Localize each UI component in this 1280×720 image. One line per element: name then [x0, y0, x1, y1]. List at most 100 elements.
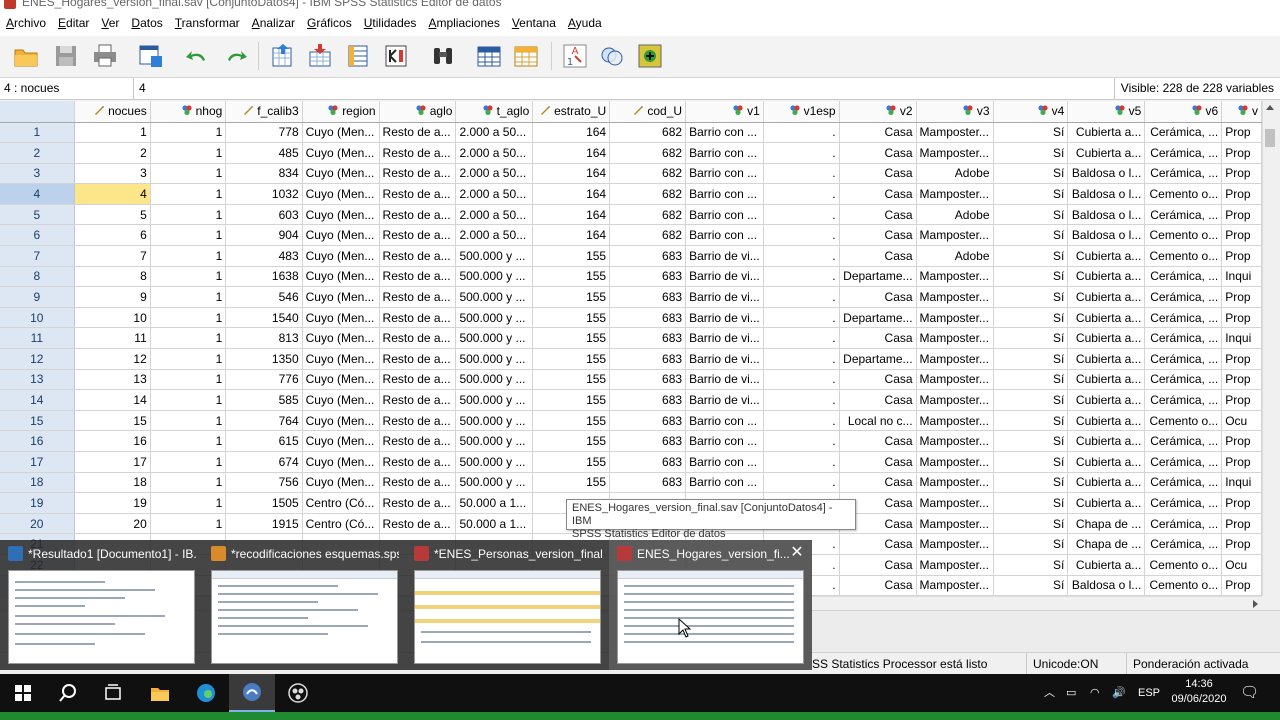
data-cell[interactable]: Sí — [993, 142, 1069, 164]
vertical-scrollbar[interactable] — [1262, 101, 1276, 596]
column-header-aglo[interactable]: aglo — [379, 101, 457, 123]
data-cell[interactable]: Cuyo (Men... — [302, 122, 380, 144]
data-cell[interactable]: Barrio de vi... — [685, 369, 764, 391]
row-number[interactable]: 12 — [0, 348, 75, 370]
data-cell[interactable]: Cerámica, ... — [1144, 472, 1223, 494]
data-cell[interactable]: Mamposter... — [916, 122, 994, 144]
data-cell[interactable]: Prop — [1221, 389, 1262, 411]
open-folder-icon[interactable] — [10, 40, 42, 72]
data-cell[interactable]: Casa — [839, 142, 917, 164]
data-cell[interactable]: Chapa de ... — [1067, 533, 1146, 555]
menu-analizar[interactable]: Analizar — [246, 10, 301, 36]
column-header-nhog[interactable]: nhog — [150, 101, 227, 123]
row-number[interactable]: 8 — [0, 266, 75, 288]
column-header-v1esp[interactable]: v1esp — [763, 101, 840, 123]
data-cell[interactable]: 8 — [74, 266, 151, 288]
data-cell[interactable]: 2.000 a 50... — [455, 122, 534, 144]
column-header-region[interactable]: region — [302, 101, 380, 123]
data-cell[interactable]: Cuyo (Men... — [302, 266, 380, 288]
data-cell[interactable]: Cubierta a... — [1067, 492, 1146, 514]
data-cell[interactable]: 904 — [225, 224, 303, 247]
data-cell[interactable]: Cubierta a... — [1067, 348, 1146, 370]
data-cell[interactable]: 2 — [74, 142, 151, 164]
data-cell[interactable]: 164 — [532, 183, 611, 205]
edge-browser-icon[interactable] — [183, 674, 229, 712]
data-cell[interactable]: . — [763, 410, 840, 432]
data-cell[interactable]: 500.000 y ... — [455, 307, 534, 329]
data-cell[interactable]: 1638 — [225, 266, 303, 288]
data-cell[interactable]: 155 — [532, 472, 611, 494]
data-cell[interactable]: Casa — [839, 575, 917, 596]
data-cell[interactable]: 683 — [609, 369, 687, 391]
data-cell[interactable]: Sí — [993, 348, 1069, 370]
data-cell[interactable]: Mamposter... — [916, 430, 994, 452]
data-cell[interactable]: Barrio con ... — [685, 204, 764, 226]
data-cell[interactable]: Prop — [1221, 348, 1262, 370]
data-cell[interactable]: Cerámica, ... — [1144, 204, 1223, 226]
insert-cases-icon[interactable] — [473, 40, 505, 72]
data-cell[interactable]: Sí — [993, 554, 1069, 576]
show-hidden-icons-icon[interactable]: ︿ — [1044, 674, 1055, 712]
data-cell[interactable]: Prop — [1221, 307, 1262, 329]
data-cell[interactable]: Barrio con ... — [685, 122, 764, 144]
data-cell[interactable]: Cerámica, ... — [1144, 122, 1223, 144]
data-cell[interactable]: Resto de a... — [379, 348, 457, 370]
row-number[interactable]: 19 — [0, 492, 75, 514]
data-cell[interactable]: 683 — [609, 327, 687, 350]
data-cell[interactable]: Ocu — [1221, 410, 1262, 432]
data-cell[interactable]: Cuyo (Men... — [302, 204, 380, 226]
data-cell[interactable]: Prop — [1221, 533, 1262, 555]
data-cell[interactable]: Cuyo (Men... — [302, 410, 380, 432]
data-cell[interactable]: Resto de a... — [379, 513, 457, 535]
thumbnail-enes-personas[interactable]: *ENES_Personas_version_final.s... — [406, 540, 609, 670]
data-cell[interactable]: Resto de a... — [379, 142, 457, 164]
data-cell[interactable]: 764 — [225, 410, 303, 432]
data-cell[interactable]: Cerámica, ... — [1144, 327, 1223, 350]
data-cell[interactable]: 1 — [150, 286, 227, 308]
data-cell[interactable]: 603 — [225, 204, 303, 226]
menu-ayuda[interactable]: Ayuda — [562, 10, 608, 36]
data-cell[interactable]: Casa — [839, 224, 917, 247]
data-cell[interactable]: 155 — [532, 430, 611, 452]
data-cell[interactable]: 155 — [532, 327, 611, 350]
row-number[interactable]: 5 — [0, 204, 75, 226]
data-cell[interactable]: . — [763, 183, 840, 205]
data-cell[interactable]: Cemento o... — [1144, 575, 1223, 596]
column-header-v2[interactable]: v2 — [839, 101, 917, 123]
thumbnail-resultado1[interactable]: *Resultado1 [Documento1] - IB... — [0, 540, 203, 670]
data-cell[interactable]: . — [763, 348, 840, 370]
menu-datos[interactable]: Datos — [125, 10, 168, 36]
data-cell[interactable]: Barrio con ... — [685, 430, 764, 452]
data-cell[interactable]: 500.000 y ... — [455, 369, 534, 391]
data-cell[interactable]: Mamposter... — [916, 327, 994, 350]
data-cell[interactable]: 683 — [609, 451, 687, 473]
row-number[interactable]: 18 — [0, 472, 75, 494]
data-cell[interactable]: 164 — [532, 122, 611, 144]
row-number[interactable]: 16 — [0, 430, 75, 452]
data-cell[interactable]: 682 — [609, 224, 687, 247]
data-cell[interactable]: 500.000 y ... — [455, 327, 534, 350]
use-variable-sets-icon[interactable] — [596, 40, 628, 72]
data-cell[interactable]: 615 — [225, 430, 303, 452]
data-cell[interactable]: Baldosa o l... — [1067, 224, 1146, 247]
row-number[interactable]: 4 — [0, 183, 75, 205]
data-cell[interactable]: . — [763, 245, 840, 267]
dialog-recall-icon[interactable] — [135, 40, 167, 72]
data-cell[interactable]: Cemento o... — [1144, 183, 1223, 205]
data-cell[interactable]: 1 — [150, 266, 227, 288]
data-cell[interactable]: Prop — [1221, 142, 1262, 164]
data-cell[interactable]: Cuyo (Men... — [302, 183, 380, 205]
column-header-v4[interactable]: v4 — [993, 101, 1069, 123]
menu-ampliaciones[interactable]: Ampliaciones — [422, 10, 505, 36]
data-cell[interactable]: Resto de a... — [379, 204, 457, 226]
data-cell[interactable]: Cubierta a... — [1067, 410, 1146, 432]
data-cell[interactable]: Resto de a... — [379, 163, 457, 185]
data-cell[interactable]: Cubierta a... — [1067, 389, 1146, 411]
data-cell[interactable]: Local no c... — [839, 410, 917, 432]
data-cell[interactable]: Mamposter... — [916, 451, 994, 473]
data-cell[interactable]: Ocu — [1221, 554, 1262, 576]
data-cell[interactable]: 2.000 a 50... — [455, 163, 534, 185]
data-cell[interactable]: Cuyo (Men... — [302, 327, 380, 350]
data-cell[interactable]: Mamposter... — [916, 348, 994, 370]
grid-corner[interactable] — [0, 101, 75, 123]
